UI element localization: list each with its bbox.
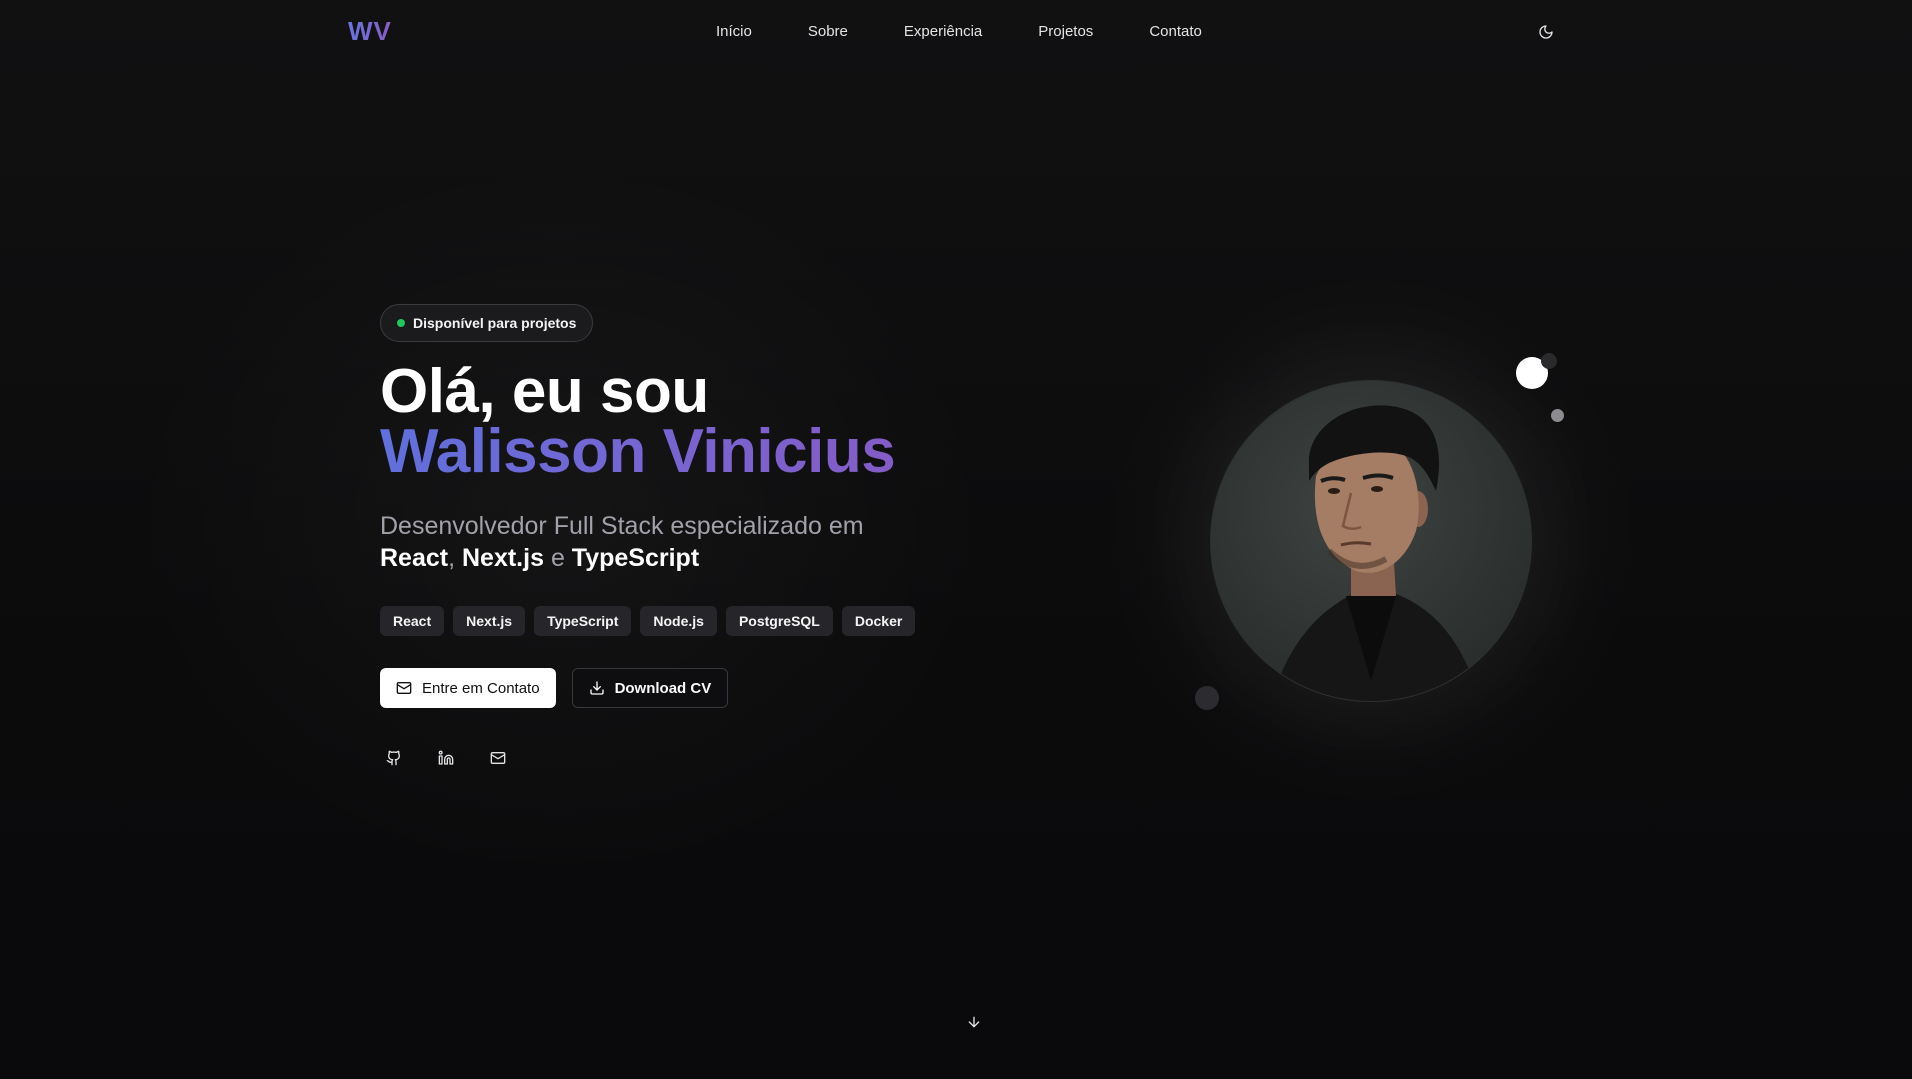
- decorative-circle-gray: [1551, 409, 1564, 422]
- greeting-text: Olá, eu sou: [380, 357, 709, 426]
- availability-badge: Disponível para projetos: [380, 304, 594, 342]
- email-link[interactable]: [488, 746, 508, 770]
- tech-tag: PostgreSQL: [725, 606, 833, 636]
- tech-tag: Node.js: [640, 606, 717, 636]
- site-header: WV Início Sobre Experiência Projetos Con…: [0, 0, 1912, 64]
- download-cv-button[interactable]: Download CV: [571, 668, 729, 708]
- mail-icon: [490, 752, 506, 764]
- subtitle-prefix: Desenvolvedor Full Stack especializado e…: [380, 512, 864, 540]
- social-links: [384, 746, 508, 770]
- contact-button-label: Entre em Contato: [422, 679, 540, 697]
- subtitle-conjunction: e: [550, 544, 565, 572]
- profile-portrait-illustration: [1271, 405, 1481, 701]
- tech-tags: React Next.js TypeScript Node.js Postgre…: [380, 606, 916, 636]
- subtitle-tech-react: React: [380, 544, 449, 572]
- status-dot: [397, 319, 405, 327]
- theme-toggle-button[interactable]: [1532, 20, 1560, 44]
- subtitle-tech-nextjs: Next.js: [462, 544, 544, 572]
- github-link[interactable]: [384, 746, 404, 770]
- tech-tag: TypeScript: [534, 606, 632, 636]
- linkedin-icon: [438, 750, 454, 765]
- moon-icon: [1539, 25, 1553, 39]
- availability-label: Disponível para projetos: [413, 315, 577, 331]
- hero-actions: Entre em Contato Download CV: [380, 668, 729, 708]
- linkedin-link[interactable]: [436, 746, 456, 770]
- tech-tag: Next.js: [453, 606, 526, 636]
- contact-button[interactable]: Entre em Contato: [380, 668, 556, 708]
- nav-link-experiencia[interactable]: Experiência: [876, 22, 1010, 42]
- subtitle-tech-typescript: TypeScript: [571, 544, 700, 572]
- logo[interactable]: WV: [348, 16, 392, 47]
- tech-tag: Docker: [841, 606, 916, 636]
- scroll-down-button[interactable]: [964, 1012, 984, 1032]
- nav-link-inicio[interactable]: Início: [700, 22, 780, 42]
- portfolio-page: WV Início Sobre Experiência Projetos Con…: [0, 0, 1912, 1079]
- nav-link-contato[interactable]: Contato: [1121, 22, 1230, 42]
- nav-link-sobre[interactable]: Sobre: [780, 22, 876, 42]
- profile-photo: [1210, 380, 1532, 702]
- main-nav: Início Sobre Experiência Projetos Contat…: [700, 22, 1230, 42]
- download-icon: [589, 681, 604, 695]
- arrow-down-icon: [968, 1016, 980, 1028]
- tech-tag: React: [380, 606, 445, 636]
- hero-subtitle: Desenvolvedor Full Stack especializado e…: [380, 510, 1000, 574]
- decorative-circle-small: [1541, 353, 1557, 369]
- decorative-circle-dark: [1195, 686, 1219, 710]
- nav-link-projetos[interactable]: Projetos: [1010, 22, 1121, 42]
- hero-title: Olá, eu sou Walisson Vinicius: [380, 357, 1080, 483]
- hero-name: Walisson Vinicius: [380, 421, 1080, 483]
- github-icon: [386, 750, 401, 766]
- subtitle-separator: ,: [448, 544, 456, 572]
- mail-icon: [396, 682, 412, 694]
- download-cv-label: Download CV: [614, 679, 712, 697]
